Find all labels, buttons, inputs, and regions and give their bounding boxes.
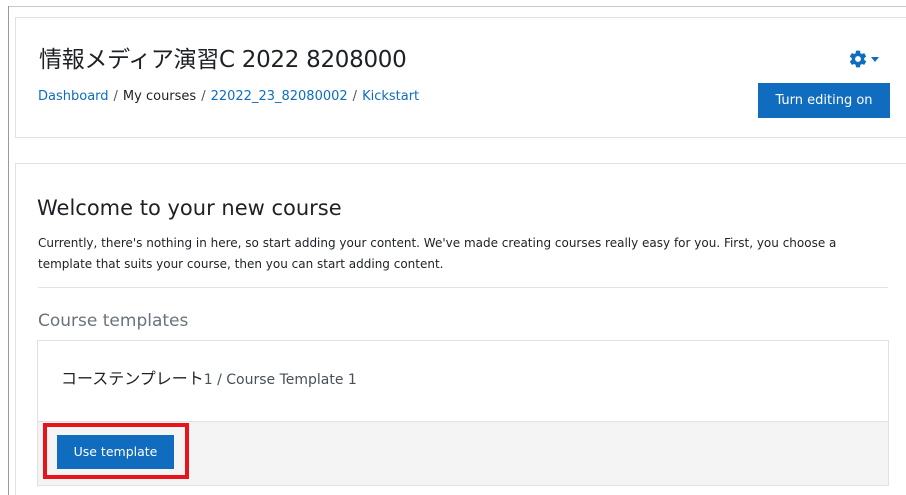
breadcrumb-dashboard-link[interactable]: Dashboard [38, 89, 109, 104]
breadcrumb-my-courses: My courses [122, 89, 197, 104]
breadcrumb: Dashboard / My courses / 22022_23_82080002 / K… [38, 89, 419, 104]
chevron-down-icon [871, 56, 879, 62]
course-settings-menu[interactable] [848, 49, 879, 69]
template-name-ja: コーステンプレート [61, 369, 204, 388]
template-name: コーステンプレート1 / Course Template 1 [61, 365, 357, 389]
turn-editing-on-button[interactable]: Turn editing on [758, 83, 890, 118]
gear-icon [848, 49, 868, 69]
breadcrumb-separator: / [201, 89, 206, 104]
welcome-text: Currently, there's nothing in here, so s… [38, 236, 837, 271]
breadcrumb-separator: / [113, 89, 118, 104]
use-template-button[interactable]: Use template [57, 435, 174, 469]
breadcrumb-separator: / [352, 89, 358, 104]
breadcrumb-kickstart-link[interactable]: Kickstart [362, 89, 419, 104]
breadcrumb-course-link[interactable]: 22022_23_82080002 [211, 89, 348, 104]
window-top-border [8, 6, 906, 7]
section-divider [38, 287, 888, 288]
welcome-heading: Welcome to your new course [37, 196, 342, 220]
window-left-border [8, 6, 9, 495]
page-header-card [15, 17, 906, 138]
template-name-en: 1 / Course Template 1 [203, 372, 357, 388]
course-templates-heading: Course templates [38, 311, 189, 331]
page-title: 情報メディア演習C 2022 8208000 [39, 47, 407, 73]
